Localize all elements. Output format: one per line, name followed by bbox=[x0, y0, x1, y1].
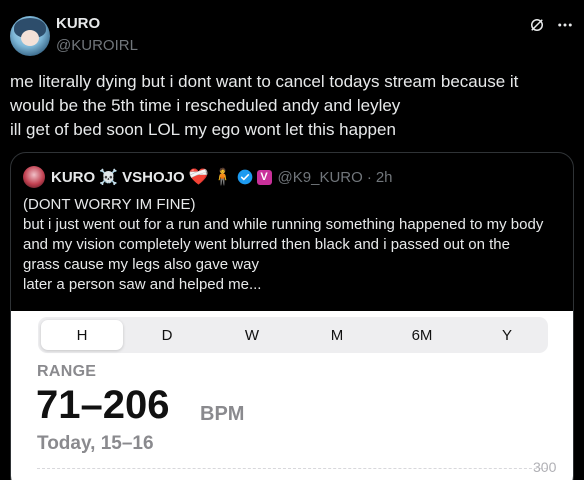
quoted-text-line: grass cause my legs also gave way bbox=[23, 256, 259, 273]
range-date: Today, 15–16 bbox=[37, 433, 154, 454]
post-text-line: me literally dying but i dont want to ca… bbox=[10, 72, 519, 91]
post-text-line: ill get of bed soon LOL my ego wont let … bbox=[10, 120, 396, 139]
author-avatar[interactable] bbox=[10, 16, 50, 56]
more-options-icon[interactable] bbox=[556, 16, 574, 34]
quoted-text-line: and my vision completely went blurred th… bbox=[23, 236, 510, 253]
chart-gridline bbox=[37, 468, 547, 469]
heart-rate-screenshot[interactable]: H D W M 6M Y RANGE 71–206 BPM Today, 15–… bbox=[11, 311, 573, 480]
tab-day[interactable]: D bbox=[126, 320, 208, 350]
chart-axis-label: 300 bbox=[533, 459, 557, 475]
author-handle[interactable]: @KUROIRL bbox=[56, 37, 138, 54]
time-range-selector: H D W M 6M Y bbox=[38, 317, 548, 353]
quoted-text-line: later a person saw and helped me... bbox=[23, 276, 262, 293]
range-value: 71–206 bbox=[36, 383, 170, 427]
post-text-line: would be the 5th time i rescheduled andy… bbox=[10, 96, 401, 115]
separator-dot: · bbox=[366, 168, 372, 186]
tab-month[interactable]: M bbox=[296, 320, 378, 350]
post-timestamp: 2h bbox=[375, 168, 393, 186]
post-text: me literally dying but i dont want to ca… bbox=[10, 70, 574, 142]
post-header: KURO @KUROIRL bbox=[10, 12, 574, 58]
quoted-author-handle: @K9_KURO bbox=[277, 168, 363, 186]
tab-hour[interactable]: H bbox=[41, 320, 123, 350]
range-label: RANGE bbox=[37, 363, 97, 380]
author-name[interactable]: KURO bbox=[56, 15, 100, 32]
quoted-post[interactable]: KURO ☠️ VSHOJO ❤️‍🩹 🧍 V @K9_KURO · 2h (D… bbox=[10, 152, 574, 480]
quoted-author-avatar bbox=[23, 166, 45, 188]
tab-year[interactable]: Y bbox=[466, 320, 548, 350]
heart-bandage-emoji: ❤️‍🩹 bbox=[188, 169, 209, 186]
quoted-post-header: KURO ☠️ VSHOJO ❤️‍🩹 🧍 V @K9_KURO · 2h bbox=[23, 166, 393, 188]
quoted-text-line: but i just went out for a run and while … bbox=[23, 216, 544, 233]
person-standing-emoji: 🧍 bbox=[212, 169, 233, 186]
quoted-post-text: (DONT WORRY IM FINE) but i just went out… bbox=[23, 195, 563, 295]
verified-badge-icon bbox=[237, 169, 252, 185]
tab-week[interactable]: W bbox=[211, 320, 293, 350]
bpm-unit: BPM bbox=[200, 403, 245, 425]
affiliate-badge: V bbox=[256, 169, 272, 185]
tab-6-months[interactable]: 6M bbox=[381, 320, 463, 350]
quoted-text-line: (DONT WORRY IM FINE) bbox=[23, 196, 196, 213]
quoted-author-name: KURO ☠️ VSHOJO bbox=[51, 169, 185, 186]
grok-icon[interactable] bbox=[528, 16, 546, 34]
